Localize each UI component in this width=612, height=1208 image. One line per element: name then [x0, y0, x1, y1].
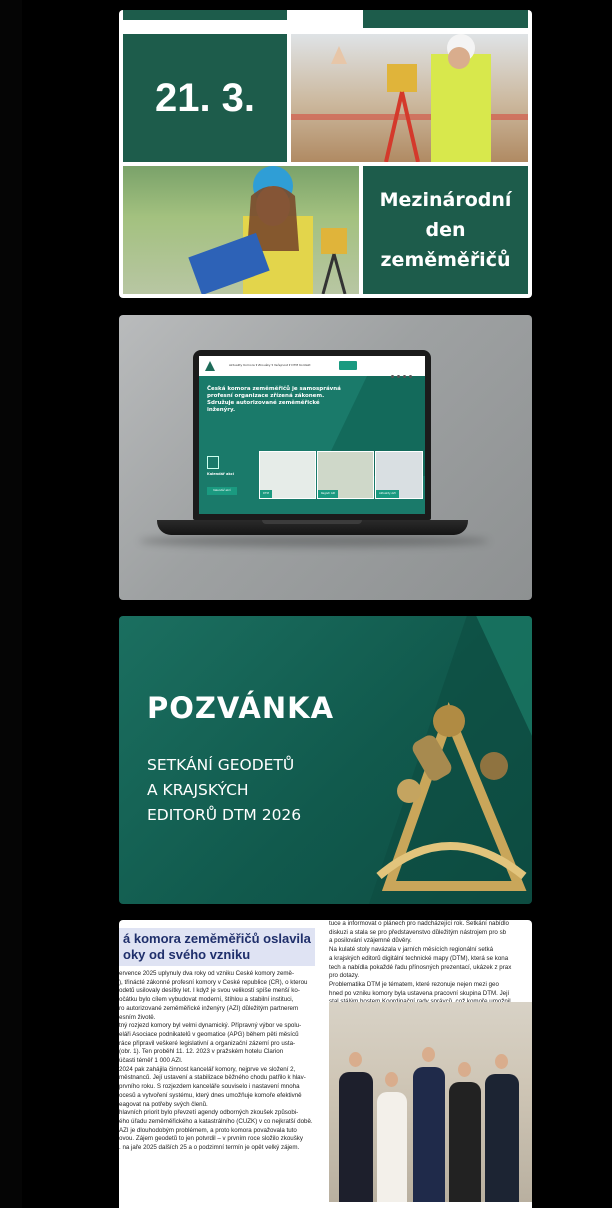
article-heading-line-1: á komora zeměměřičů oslavila [123, 931, 311, 946]
site-header: Aktuality Komora ▾ Zkoušky ▾ Veřejnost ▾… [199, 356, 425, 378]
article-line: diskuzi a stala se pro představenstvo dů… [329, 928, 507, 936]
surveyor-man-photo [291, 34, 528, 162]
site-header-button [339, 361, 357, 370]
article-line: (obr. 1). Ten proběhl 11. 12. 2023 v pra… [119, 1048, 284, 1056]
article-card[interactable]: á komora zeměměřičů oslavila oky od svéh… [119, 920, 532, 1208]
site-nav: Aktuality Komora ▾ Zkoušky ▾ Veřejnost ▾… [229, 363, 311, 367]
calendar-icon [207, 456, 219, 469]
article-line: AZI je dlouhodobým problémem, a proto ko… [119, 1126, 297, 1134]
article-line: odetů usilovaly desítky let. I když je s… [119, 987, 300, 995]
article-line: hned po vzniku komory byla ustavena prac… [329, 989, 510, 997]
thumb-news: Aktuality AZI [375, 451, 423, 499]
top-strip-photo [123, 10, 287, 20]
social-icons [391, 363, 419, 378]
thumb-label-3: Aktuality AZI [376, 490, 399, 498]
article-line: esním životě. [119, 1013, 156, 1021]
article-heading-line-2: oky od svého vzniku [123, 947, 251, 962]
event-collage-card[interactable]: 21. 3. Mezinárodní den zeměměřičů [119, 10, 532, 298]
left-gutter [0, 0, 22, 1208]
person-5 [485, 1074, 519, 1202]
invite-subtitle-line-3: EDITORŮ DTM 2026 [147, 806, 302, 824]
article-line: ervence 2025 uplynuly dva roky od vzniku… [119, 970, 295, 977]
hero-text: Česká komora zeměměřičů je samosprávná p… [207, 386, 341, 413]
invite-subtitle-line-1: SETKÁNÍ GEODETŮ [147, 756, 295, 774]
article-line: eagovat na potřeby svých členů. [119, 1100, 208, 1108]
invitation-card[interactable]: POZVÁNKA SETKÁNÍ GEODETŮ A KRAJSKÝCH EDI… [119, 616, 532, 904]
sextant-icon [376, 701, 527, 891]
logo-icon [205, 361, 215, 371]
event-date: 21. 3. [154, 75, 256, 120]
laptop-shadow [139, 535, 489, 547]
article-line: očátku bylo cílem vybudovat moderní, ští… [119, 996, 294, 1004]
article-line: . na jaře 2025 dalších 25 a o podzimní t… [119, 1144, 300, 1152]
laptop-hinge [262, 520, 362, 524]
article-body-right: tuce a informovat o plánech pro nadcháze… [329, 920, 532, 1007]
surveyor-woman-illustration-icon [188, 166, 347, 294]
invite-subtitle-line-2: A KRAJSKÝCH [147, 781, 249, 799]
title-line-1: Mezinárodní [379, 189, 512, 211]
article-line: tný rozjezd komory byl velmi dynamický. … [119, 1022, 302, 1030]
article-line: ), třinácté zákonné profesní komory v Če… [119, 978, 308, 986]
top-strip-green [363, 10, 528, 28]
invite-title: POZVÁNKA [147, 691, 335, 725]
person-3-head [422, 1047, 435, 1062]
website-screenshot: Aktuality Komora ▾ Zkoušky ▾ Veřejnost ▾… [199, 356, 425, 514]
person-2-head [385, 1072, 398, 1087]
article-line: eláři Asociace podnikatelů v geomatice (… [119, 1030, 299, 1038]
article-body-left: ervence 2025 uplynuly dva roky od vzniku… [119, 970, 319, 1153]
article-line: ocesů a vytvoření systému, který dnes um… [119, 1091, 302, 1099]
person-4-head [458, 1062, 471, 1077]
title-tile: Mezinárodní den zeměměřičů [363, 166, 528, 294]
thumb-label-2: Registr AZI [318, 490, 339, 498]
title-line-3: zeměměřičů [380, 249, 511, 271]
article-line: a posilování vzájemné důvěry. [329, 937, 412, 945]
article-line: městnanců. Její ustavení a stabilizace b… [119, 1074, 306, 1082]
article-line: Na kulaté stoly navázala v jarních měsíc… [329, 946, 494, 954]
event-title: Mezinárodní den zeměměřičů [363, 166, 528, 294]
article-line: ovou. Zájem geodetů to jen potvrdil – v … [119, 1135, 303, 1143]
article-line: hlavních priorit bylo převzetí agendy od… [119, 1109, 299, 1117]
article-heading: á komora zeměměřičů oslavila oky od svéh… [119, 928, 315, 966]
invite-subtitle: SETKÁNÍ GEODETŮ A KRAJSKÝCH EDITORŮ DTM … [147, 753, 301, 828]
article-line: a krajských editorů digitální technické … [329, 954, 509, 962]
person-3 [413, 1067, 445, 1202]
article-line: prvního roku. S rozjezdem kanceláře souv… [119, 1083, 300, 1091]
thumb-register: Registr AZI [317, 451, 374, 499]
article-line: tech a nabídla pokaždé řadu přínosných p… [329, 963, 512, 971]
laptop-screen: Aktuality Komora ▾ Zkoušky ▾ Veřejnost ▾… [193, 350, 431, 520]
person-5-head [495, 1054, 508, 1069]
article-line: 2024 pak zahájila činnost kancelář komor… [119, 1065, 296, 1073]
person-4 [449, 1082, 481, 1202]
article-line: ého úřadu zeměměřického a katastrálního … [119, 1117, 313, 1125]
calendar-button: Kalendář akcí [207, 487, 237, 495]
date-tile: 21. 3. [123, 34, 287, 162]
article-left-column: á komora zeměměřičů oslavila oky od svéh… [119, 920, 319, 1208]
article-right-column: tuce a informovat o plánech pro nadcháze… [329, 920, 532, 1208]
article-line: Problematika DTM je tématem, které rezon… [329, 980, 499, 988]
article-line: ráce připravil veškeré legislativní a or… [119, 1039, 296, 1047]
person-2 [377, 1092, 407, 1202]
thumb-map: DTM [259, 451, 316, 499]
article-line: pro dotazy. [329, 972, 360, 980]
person-1 [339, 1072, 373, 1202]
group-photo [329, 1002, 532, 1202]
surveyor-illustration-icon [291, 34, 528, 162]
person-1-head [349, 1052, 362, 1067]
article-line: účasti téměř 1 000 AZI. [119, 1057, 183, 1065]
surveyor-woman-photo [123, 166, 359, 294]
thumb-label-1: DTM [260, 490, 272, 498]
title-line-2: den [425, 219, 466, 241]
calendar-label: Kalendář akcí [207, 472, 234, 476]
article-line: tuce a informovat o plánech pro nadcháze… [329, 920, 509, 927]
website-laptop-card[interactable]: Aktuality Komora ▾ Zkoušky ▾ Veřejnost ▾… [119, 315, 532, 600]
article-line: ro autorizované zeměměřické inženýry (AZ… [119, 1004, 299, 1012]
